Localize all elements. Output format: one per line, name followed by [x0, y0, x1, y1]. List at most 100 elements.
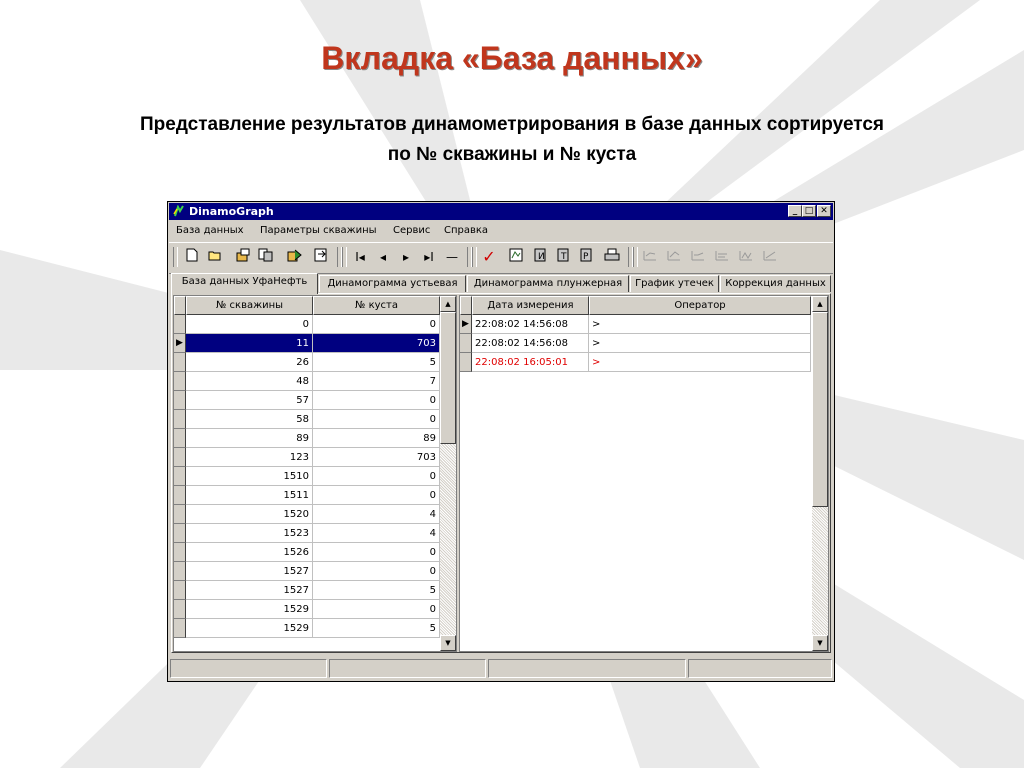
menu-well-params[interactable]: Параметры скважины — [260, 225, 377, 236]
table-row[interactable]: 48 7 — [174, 372, 456, 391]
cluster-number-cell[interactable]: 0 — [313, 543, 440, 562]
well-number-cell[interactable]: 1511 — [186, 486, 313, 505]
chart-tool-4-icon[interactable] — [713, 248, 731, 266]
well-card-icon[interactable] — [507, 248, 525, 266]
row-pointer-icon[interactable]: ▶ — [460, 315, 472, 334]
cluster-number-cell[interactable]: 0 — [313, 562, 440, 581]
row-indicator[interactable] — [174, 391, 186, 410]
column-header-cluster-number[interactable]: № куста — [313, 296, 440, 315]
scroll-up-button[interactable]: ▲ — [440, 296, 456, 312]
minimize-button[interactable]: _ — [788, 205, 802, 217]
row-indicator[interactable] — [174, 372, 186, 391]
table-row[interactable]: 22:08:02 14:56:08 > — [460, 334, 828, 353]
tab-wellhead-dynamogram[interactable]: Динамограмма устьевая — [319, 275, 466, 292]
measurement-date-cell[interactable]: 22:08:02 16:05:01 — [472, 353, 589, 372]
measurements-vertical-scrollbar[interactable]: ▲ ▼ — [812, 296, 828, 651]
table-row[interactable]: ▶ 22:08:02 14:56:08 > — [460, 315, 828, 334]
cluster-number-cell[interactable]: 4 — [313, 505, 440, 524]
well-number-cell[interactable]: 89 — [186, 429, 313, 448]
row-indicator[interactable] — [460, 334, 472, 353]
column-header-well-number[interactable]: № скважины — [186, 296, 313, 315]
open-folder-icon[interactable] — [206, 248, 224, 266]
row-indicator[interactable] — [174, 429, 186, 448]
well-number-cell[interactable]: 1526 — [186, 543, 313, 562]
measurement-date-cell[interactable]: 22:08:02 14:56:08 — [472, 315, 589, 334]
table-row[interactable]: 57 0 — [174, 391, 456, 410]
menu-help[interactable]: Справка — [444, 225, 488, 236]
table-row[interactable]: 00 — [174, 315, 456, 334]
well-number-cell[interactable]: 48 — [186, 372, 313, 391]
cluster-number-cell[interactable]: 703 — [313, 448, 440, 467]
well-number-cell[interactable]: 11 — [186, 334, 313, 353]
row-pointer-icon[interactable]: ▶ — [174, 334, 186, 353]
well-number-cell[interactable]: 0 — [186, 315, 313, 334]
print-icon[interactable] — [603, 248, 621, 266]
table-row[interactable]: 26 5 — [174, 353, 456, 372]
operator-cell[interactable]: > — [589, 353, 811, 372]
well-number-cell[interactable]: 123 — [186, 448, 313, 467]
cluster-number-cell[interactable]: 4 — [313, 524, 440, 543]
cluster-number-cell[interactable]: 703 — [313, 334, 440, 353]
row-indicator[interactable] — [174, 315, 186, 334]
row-indicator[interactable] — [174, 486, 186, 505]
menu-database[interactable]: База данных — [176, 225, 244, 236]
well-number-cell[interactable]: 1529 — [186, 619, 313, 638]
export-icon[interactable] — [286, 248, 304, 266]
row-indicator[interactable] — [174, 562, 186, 581]
new-file-icon[interactable] — [183, 248, 201, 266]
column-header-measurement-date[interactable]: Дата измерения — [472, 296, 589, 315]
table-row[interactable]: ▶ 11 703 — [174, 334, 456, 353]
tab-plunger-dynamogram[interactable]: Динамограмма плунжерная — [467, 275, 629, 292]
chart-tool-3-icon[interactable] — [689, 248, 707, 266]
well-number-cell[interactable]: 57 — [186, 391, 313, 410]
tab-leak-chart[interactable]: График утечек — [630, 275, 719, 292]
wells-vertical-scrollbar[interactable]: ▲ ▼ — [440, 296, 456, 651]
well-number-cell[interactable]: 1510 — [186, 467, 313, 486]
cluster-number-cell[interactable]: 0 — [313, 486, 440, 505]
row-indicator[interactable] — [174, 467, 186, 486]
check-icon[interactable]: ✓ — [480, 248, 498, 266]
row-indicator[interactable] — [460, 353, 472, 372]
delete-record-button[interactable]: — — [443, 248, 461, 266]
well-number-cell[interactable]: 1529 — [186, 600, 313, 619]
table-row[interactable]: 1520 4 — [174, 505, 456, 524]
operator-cell[interactable]: > — [589, 334, 811, 353]
cluster-number-cell[interactable]: 5 — [313, 353, 440, 372]
doc-t-icon[interactable]: Т — [554, 248, 572, 266]
tab-database[interactable]: База данных УфаНефть — [171, 273, 318, 294]
well-number-cell[interactable]: 1523 — [186, 524, 313, 543]
row-indicator[interactable] — [174, 600, 186, 619]
column-header-operator[interactable]: Оператор — [589, 296, 811, 315]
well-number-cell[interactable]: 1520 — [186, 505, 313, 524]
cluster-number-cell[interactable]: 0 — [313, 467, 440, 486]
measurements-grid[interactable]: Дата измерения Оператор ▶ 22:08:02 14:56:… — [459, 295, 829, 652]
last-record-button[interactable]: ▸I — [420, 248, 438, 266]
well-number-cell[interactable]: 26 — [186, 353, 313, 372]
wells-grid[interactable]: № скважины № куста 0 0 ▶ 11 703 26 5 48 7 57 0 58 0 8… — [173, 295, 457, 652]
chart-tool-6-icon[interactable] — [761, 248, 779, 266]
cluster-number-cell[interactable]: 0 — [313, 410, 440, 429]
maximize-button[interactable]: □ — [802, 205, 816, 217]
chart-tool-5-icon[interactable] — [737, 248, 755, 266]
table-row[interactable]: 1526 0 — [174, 543, 456, 562]
cluster-number-cell[interactable]: 5 — [313, 619, 440, 638]
row-indicator[interactable] — [174, 353, 186, 372]
row-indicator[interactable] — [174, 505, 186, 524]
table-row[interactable]: 1510 0 — [174, 467, 456, 486]
tab-data-correction[interactable]: Коррекция данных — [720, 275, 831, 292]
measurement-date-cell[interactable]: 22:08:02 14:56:08 — [472, 334, 589, 353]
well-number-cell[interactable]: 1527 — [186, 562, 313, 581]
table-row[interactable]: 58 0 — [174, 410, 456, 429]
operator-cell[interactable]: > — [589, 315, 811, 334]
cluster-number-cell[interactable]: 5 — [313, 581, 440, 600]
chart-tool-2-icon[interactable] — [665, 248, 683, 266]
row-indicator[interactable] — [174, 581, 186, 600]
window-titlebar[interactable]: DinamoGraph _ □ ✕ — [169, 203, 833, 220]
next-record-button[interactable]: ▸ — [397, 248, 415, 266]
copy-icon[interactable] — [257, 248, 275, 266]
doc-i-icon[interactable]: И — [531, 248, 549, 266]
cluster-number-cell[interactable]: 0 — [313, 600, 440, 619]
row-indicator[interactable] — [174, 410, 186, 429]
table-row[interactable]: 1527 5 — [174, 581, 456, 600]
table-row[interactable]: 1511 0 — [174, 486, 456, 505]
